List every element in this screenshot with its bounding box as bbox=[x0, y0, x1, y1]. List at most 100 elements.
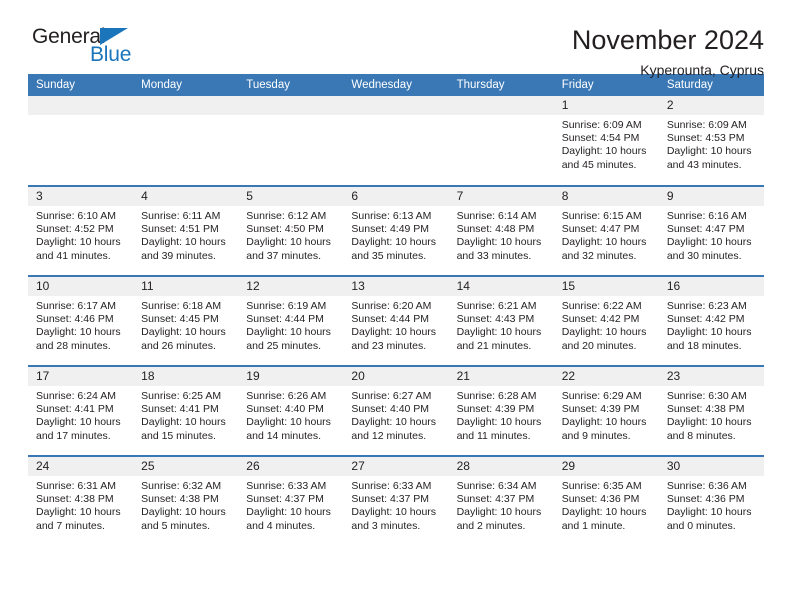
daylight-text: Daylight: 10 hours and 28 minutes. bbox=[36, 326, 121, 352]
day-number: 1 bbox=[553, 96, 659, 115]
day-number: 30 bbox=[658, 457, 764, 476]
sunrise-text: Sunrise: 6:10 AM bbox=[36, 210, 116, 222]
day-number: 23 bbox=[658, 367, 764, 386]
title-block: November 2024 Kyperounta, Cyprus bbox=[572, 26, 764, 78]
weekday-header-monday: Monday bbox=[133, 74, 239, 96]
calendar-day-cell[interactable]: 11 Sunrise: 6:18 AM Sunset: 4:45 PM Dayligh… bbox=[133, 275, 239, 366]
weekday-header-sunday: Sunday bbox=[28, 74, 134, 96]
daylight-text: Daylight: 10 hours and 8 minutes. bbox=[666, 416, 752, 442]
calendar-day-cell[interactable]: 27 Sunrise: 6:33 AM Sunset: 4:37 PM Dayligh… bbox=[343, 455, 449, 546]
calendar-page: General Blue November 2024 Kyperounta, C… bbox=[0, 0, 792, 612]
sunset-text: Sunset: 4:40 PM bbox=[246, 403, 324, 416]
sunset-text: Sunset: 4:49 PM bbox=[351, 223, 430, 236]
calendar-day-cell[interactable]: 13 Sunrise: 6:20 AM Sunset: 4:44 PM Dayligh… bbox=[343, 275, 449, 366]
calendar-day-cell[interactable]: 22 Sunrise: 6:29 AM Sunset: 4:39 PM Dayligh… bbox=[553, 365, 659, 456]
daylight-text: Daylight: 10 hours and 9 minutes. bbox=[561, 416, 647, 442]
day-details: Sunrise: 6:12 AM Sunset: 4:50 PM Daylight:… bbox=[238, 206, 343, 263]
calendar-day-cell[interactable]: 8 Sunrise: 6:15 AM Sunset: 4:47 PM Daylight… bbox=[553, 185, 659, 276]
logo-word-blue: Blue bbox=[90, 43, 132, 66]
daylight-text: Daylight: 10 hours and 21 minutes. bbox=[456, 326, 542, 352]
sunset-text: Sunset: 4:38 PM bbox=[36, 493, 114, 506]
calendar-day-cell[interactable]: 3 Sunrise: 6:10 AM Sunset: 4:52 PM Daylight… bbox=[28, 185, 134, 276]
sunset-text: Sunset: 4:43 PM bbox=[456, 313, 535, 326]
calendar-day-cell[interactable]: 15 Sunrise: 6:22 AM Sunset: 4:42 PM Dayligh… bbox=[553, 275, 659, 366]
sunrise-text: Sunrise: 6:27 AM bbox=[351, 390, 432, 402]
sunrise-text: Sunrise: 6:16 AM bbox=[666, 210, 747, 222]
calendar-day-cell[interactable]: 14 Sunrise: 6:21 AM Sunset: 4:43 PM Dayligh… bbox=[448, 275, 554, 366]
daylight-text: Daylight: 10 hours and 32 minutes. bbox=[561, 236, 647, 262]
daylight-text: Daylight: 10 hours and 39 minutes. bbox=[141, 236, 226, 262]
sunrise-text: Sunrise: 6:22 AM bbox=[561, 300, 642, 312]
day-number: 27 bbox=[343, 457, 449, 476]
calendar-day-cell[interactable]: 25 Sunrise: 6:32 AM Sunset: 4:38 PM Dayligh… bbox=[133, 455, 239, 546]
page-header: General Blue November 2024 Kyperounta, C… bbox=[28, 0, 764, 78]
sunset-text: Sunset: 4:42 PM bbox=[666, 313, 745, 326]
calendar-week-row: 3 Sunrise: 6:10 AM Sunset: 4:52 PM Daylight… bbox=[28, 185, 764, 276]
day-details: Sunrise: 6:29 AM Sunset: 4:39 PM Daylight:… bbox=[554, 386, 659, 443]
day-number: 16 bbox=[658, 277, 764, 296]
calendar-day-cell[interactable]: 1 Sunrise: 6:09 AM Sunset: 4:54 PM Daylight… bbox=[553, 96, 659, 186]
calendar-day-cell[interactable]: 18 Sunrise: 6:25 AM Sunset: 4:41 PM Dayligh… bbox=[133, 365, 239, 456]
calendar-day-cell[interactable]: 2 Sunrise: 6:09 AM Sunset: 4:53 PM Daylight… bbox=[658, 96, 764, 186]
day-details: Sunrise: 6:17 AM Sunset: 4:46 PM Daylight:… bbox=[28, 296, 133, 353]
sunset-text: Sunset: 4:37 PM bbox=[456, 493, 535, 506]
day-details: Sunrise: 6:22 AM Sunset: 4:42 PM Daylight:… bbox=[554, 296, 659, 353]
calendar-day-cell[interactable]: 16 Sunrise: 6:23 AM Sunset: 4:42 PM Dayligh… bbox=[658, 275, 764, 366]
calendar-day-cell[interactable]: 9 Sunrise: 6:16 AM Sunset: 4:47 PM Daylight… bbox=[658, 185, 764, 276]
sunrise-text: Sunrise: 6:36 AM bbox=[666, 480, 747, 492]
calendar-day-cell[interactable]: 30 Sunrise: 6:36 AM Sunset: 4:36 PM Dayligh… bbox=[658, 455, 764, 546]
day-details: Sunrise: 6:32 AM Sunset: 4:38 PM Daylight:… bbox=[133, 476, 238, 533]
day-number: 6 bbox=[343, 187, 449, 206]
calendar-day-cell[interactable]: 5 Sunrise: 6:12 AM Sunset: 4:50 PM Daylight… bbox=[238, 185, 344, 276]
calendar-day-cell[interactable]: 23 Sunrise: 6:30 AM Sunset: 4:38 PM Dayligh… bbox=[658, 365, 764, 456]
daylight-text: Daylight: 10 hours and 37 minutes. bbox=[246, 236, 331, 262]
day-number bbox=[133, 96, 239, 115]
weekday-header-wednesday: Wednesday bbox=[343, 74, 449, 96]
calendar-day-cell[interactable]: 4 Sunrise: 6:11 AM Sunset: 4:51 PM Daylight… bbox=[133, 185, 239, 276]
daylight-text: Daylight: 10 hours and 41 minutes. bbox=[36, 236, 121, 262]
sunset-text: Sunset: 4:48 PM bbox=[456, 223, 535, 236]
calendar-day-cell[interactable]: 20 Sunrise: 6:27 AM Sunset: 4:40 PM Dayligh… bbox=[343, 365, 449, 456]
daylight-text: Daylight: 10 hours and 23 minutes. bbox=[351, 326, 437, 352]
day-number bbox=[28, 96, 134, 115]
calendar-day-cell[interactable]: 7 Sunrise: 6:14 AM Sunset: 4:48 PM Daylight… bbox=[448, 185, 554, 276]
day-details: Sunrise: 6:35 AM Sunset: 4:36 PM Daylight:… bbox=[554, 476, 659, 533]
calendar-day-cell[interactable]: 19 Sunrise: 6:26 AM Sunset: 4:40 PM Dayligh… bbox=[238, 365, 344, 456]
sunset-text: Sunset: 4:37 PM bbox=[246, 493, 324, 506]
calendar-day-cell-empty bbox=[343, 96, 449, 186]
day-number: 17 bbox=[28, 367, 134, 386]
day-number: 10 bbox=[28, 277, 134, 296]
calendar-day-cell[interactable]: 21 Sunrise: 6:28 AM Sunset: 4:39 PM Dayligh… bbox=[448, 365, 554, 456]
sunrise-text: Sunrise: 6:09 AM bbox=[561, 119, 642, 131]
daylight-text: Daylight: 10 hours and 30 minutes. bbox=[666, 236, 752, 262]
calendar-day-cell[interactable]: 26 Sunrise: 6:33 AM Sunset: 4:37 PM Dayligh… bbox=[238, 455, 344, 546]
sunset-text: Sunset: 4:39 PM bbox=[456, 403, 535, 416]
general-blue-logo[interactable]: General Blue bbox=[28, 26, 148, 74]
day-details: Sunrise: 6:26 AM Sunset: 4:40 PM Daylight:… bbox=[238, 386, 343, 443]
day-number: 3 bbox=[28, 187, 134, 206]
sunset-text: Sunset: 4:47 PM bbox=[666, 223, 745, 236]
calendar-day-cell[interactable]: 17 Sunrise: 6:24 AM Sunset: 4:41 PM Dayligh… bbox=[28, 365, 134, 456]
day-number: 9 bbox=[658, 187, 764, 206]
calendar-day-cell[interactable]: 24 Sunrise: 6:31 AM Sunset: 4:38 PM Dayligh… bbox=[28, 455, 134, 546]
sunset-text: Sunset: 4:36 PM bbox=[561, 493, 640, 506]
calendar-day-cell[interactable]: 29 Sunrise: 6:35 AM Sunset: 4:36 PM Dayligh… bbox=[553, 455, 659, 546]
day-number bbox=[448, 96, 554, 115]
calendar-day-cell[interactable]: 10 Sunrise: 6:17 AM Sunset: 4:46 PM Dayligh… bbox=[28, 275, 134, 366]
daylight-text: Daylight: 10 hours and 45 minutes. bbox=[561, 145, 647, 171]
daylight-text: Daylight: 10 hours and 33 minutes. bbox=[456, 236, 542, 262]
sunset-text: Sunset: 4:41 PM bbox=[141, 403, 219, 416]
daylight-text: Daylight: 10 hours and 0 minutes. bbox=[666, 506, 752, 532]
calendar-day-cell[interactable]: 12 Sunrise: 6:19 AM Sunset: 4:44 PM Dayligh… bbox=[238, 275, 344, 366]
calendar-day-cell[interactable]: 6 Sunrise: 6:13 AM Sunset: 4:49 PM Daylight… bbox=[343, 185, 449, 276]
day-number: 8 bbox=[553, 187, 659, 206]
daylight-text: Daylight: 10 hours and 12 minutes. bbox=[351, 416, 437, 442]
day-number: 19 bbox=[238, 367, 344, 386]
daylight-text: Daylight: 10 hours and 5 minutes. bbox=[141, 506, 226, 532]
calendar-day-cell[interactable]: 28 Sunrise: 6:34 AM Sunset: 4:37 PM Dayligh… bbox=[448, 455, 554, 546]
day-number: 21 bbox=[448, 367, 554, 386]
day-number: 2 bbox=[658, 96, 764, 115]
sunrise-text: Sunrise: 6:19 AM bbox=[246, 300, 327, 312]
calendar-day-cell-empty bbox=[448, 96, 554, 186]
daylight-text: Daylight: 10 hours and 7 minutes. bbox=[36, 506, 121, 532]
